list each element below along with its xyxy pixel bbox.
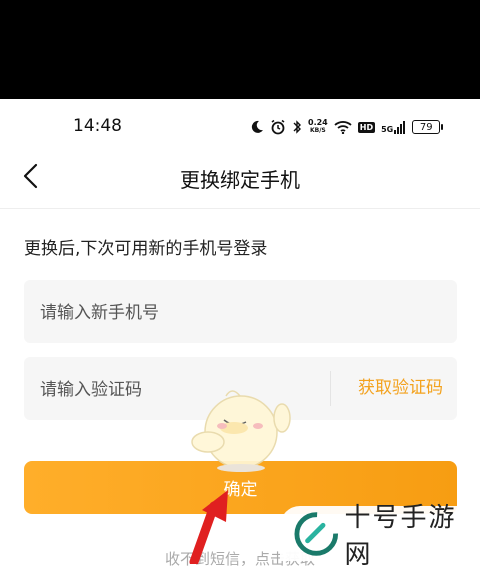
signal-group: 5G xyxy=(381,120,406,134)
new-phone-field xyxy=(24,280,457,345)
battery-level: 79 xyxy=(419,121,433,133)
network-type: 5G xyxy=(381,125,394,134)
bluetooth-icon xyxy=(293,120,301,134)
new-phone-input[interactable] xyxy=(38,280,322,345)
battery-indicator: 79 xyxy=(412,120,444,134)
field-divider xyxy=(330,371,331,406)
hd-badge: HD xyxy=(357,121,376,133)
pointer-arrow-icon xyxy=(189,490,228,564)
top-black-band xyxy=(0,0,480,99)
brand-logo-icon xyxy=(294,511,339,556)
signal-icon xyxy=(394,121,406,134)
get-code-button[interactable]: 获取验证码 xyxy=(358,357,443,420)
watermark-brand: 十号手游网 xyxy=(344,502,457,570)
page-title: 更换绑定手机 xyxy=(180,168,300,192)
net-speed: 0.24 KB/S xyxy=(308,119,328,135)
moon-icon xyxy=(251,120,263,133)
status-time: 14:48 xyxy=(73,116,122,136)
net-speed-unit: KB/S xyxy=(310,127,326,134)
duck-mascot-icon xyxy=(191,390,291,472)
nav-bar: 更换绑定手机 xyxy=(0,150,480,209)
wifi-icon xyxy=(334,121,352,134)
watermark: 十号手游网 xyxy=(280,503,480,570)
status-icons: 0.24 KB/S HD 5G 79 xyxy=(250,116,444,138)
net-speed-value: 0.24 xyxy=(308,118,328,127)
hint-text: 更换后,下次可用新的手机号登录 xyxy=(24,239,268,259)
alarm-icon xyxy=(271,119,285,135)
